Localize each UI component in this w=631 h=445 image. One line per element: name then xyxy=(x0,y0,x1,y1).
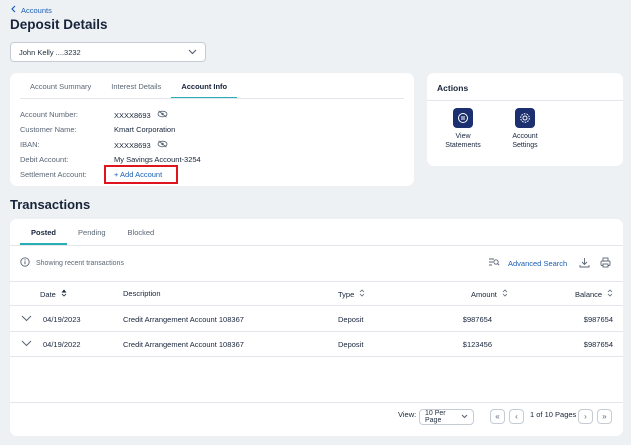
actions-title: Actions xyxy=(437,83,469,93)
gear-icon xyxy=(515,108,535,128)
view-statements-line1: View xyxy=(455,133,471,140)
info-row: Showing recent transactions xyxy=(20,257,124,269)
account-number-value: XXXX8693 xyxy=(114,110,168,120)
tab-posted[interactable]: Posted xyxy=(20,227,68,245)
transactions-card: Posted Pending Blocked Showing recent tr… xyxy=(10,219,623,436)
column-header-balance[interactable]: Balance xyxy=(575,289,613,299)
page-indicator: 1 of 10 Pages xyxy=(530,410,577,419)
eye-off-icon[interactable] xyxy=(157,140,168,150)
tab-account-info[interactable]: Account Info xyxy=(171,81,238,99)
chevron-left-icon: ‹ xyxy=(515,412,518,421)
iban-value: XXXX8693 xyxy=(114,140,168,150)
tab-account-summary[interactable]: Account Summary xyxy=(20,81,101,99)
settlement-account-label: Settlement Account: xyxy=(20,170,87,179)
column-header-description: Description xyxy=(123,289,161,298)
actions-card: Actions View Statements Account Settings xyxy=(427,73,623,166)
tab-blocked[interactable]: Blocked xyxy=(117,227,166,245)
account-select[interactable]: John Kelly ....3232 xyxy=(10,42,206,62)
highlight-box xyxy=(104,165,178,184)
customer-name-label: Customer Name: xyxy=(20,125,77,134)
tabs-divider xyxy=(10,245,623,246)
advanced-search-button[interactable]: Advanced Search xyxy=(488,257,567,269)
row-divider xyxy=(10,356,623,357)
view-label: View: xyxy=(398,410,417,419)
row-balance: $987654 xyxy=(583,315,613,324)
chevron-down-icon xyxy=(461,414,468,421)
column-header-date[interactable]: Date xyxy=(40,289,67,299)
iban-label: IBAN: xyxy=(20,140,40,149)
account-details-card: Account Summary Interest Details Account… xyxy=(10,73,414,186)
balance-header-label: Balance xyxy=(575,289,603,299)
row-amount: $987654 xyxy=(462,315,492,324)
last-page-button[interactable]: » xyxy=(597,409,612,424)
info-text: Showing recent transactions xyxy=(36,259,124,267)
account-settings-line2: Settings xyxy=(512,142,538,149)
header-top-divider xyxy=(10,281,623,282)
chevron-down-icon xyxy=(188,48,197,57)
expand-chevron-icon[interactable] xyxy=(21,340,32,349)
double-chevron-right-icon: » xyxy=(602,412,607,421)
chevron-right-icon: › xyxy=(584,412,587,421)
statement-icon xyxy=(453,108,473,128)
type-header-label: Type xyxy=(338,289,355,299)
print-icon[interactable] xyxy=(600,257,611,270)
iban-text: XXXX8693 xyxy=(114,140,151,150)
sort-icon xyxy=(359,289,365,299)
row-date: 04/19/2022 xyxy=(43,340,81,349)
row-divider xyxy=(10,305,623,306)
column-header-type[interactable]: Type xyxy=(338,289,365,299)
amount-header-label: Amount xyxy=(471,289,497,299)
customer-name-value: Kmart Corporation xyxy=(114,125,176,134)
info-icon xyxy=(20,257,30,269)
row-type: Deposit xyxy=(338,315,364,324)
advanced-search-label: Advanced Search xyxy=(508,258,568,268)
next-page-button[interactable]: › xyxy=(578,409,593,424)
view-statements-button[interactable]: View Statements xyxy=(433,108,493,150)
tab-pending[interactable]: Pending xyxy=(67,227,117,245)
chevron-left-icon xyxy=(10,5,16,15)
tab-interest-details[interactable]: Interest Details xyxy=(101,81,171,99)
page-title: Deposit Details xyxy=(10,17,108,32)
account-number-label: Account Number: xyxy=(20,110,78,119)
column-header-amount[interactable]: Amount xyxy=(471,289,508,299)
double-chevron-left-icon: « xyxy=(495,412,500,421)
transactions-title: Transactions xyxy=(10,197,91,212)
details-tabs: Account Summary Interest Details Account… xyxy=(20,81,238,99)
account-settings-line1: Account xyxy=(512,133,538,140)
row-date: 04/19/2023 xyxy=(43,315,81,324)
download-icon[interactable] xyxy=(579,257,590,270)
actions-divider xyxy=(427,100,623,101)
eye-off-icon[interactable] xyxy=(157,110,168,120)
per-page-select[interactable]: 10 Per Page xyxy=(419,409,474,425)
expand-chevron-icon[interactable] xyxy=(21,315,32,324)
row-amount: $123456 xyxy=(462,340,492,349)
tabs-divider xyxy=(20,98,404,99)
account-settings-button[interactable]: Account Settings xyxy=(495,108,555,150)
per-page-value: 10 Per Page xyxy=(425,410,446,424)
account-select-value: John Kelly ....3232 xyxy=(19,47,81,57)
transactions-tabs: Posted Pending Blocked xyxy=(20,227,165,245)
prev-page-button[interactable]: ‹ xyxy=(509,409,524,424)
debit-account-label: Debit Account: xyxy=(20,155,69,164)
debit-account-value: My Savings Account-3254 xyxy=(114,155,201,164)
footer-divider xyxy=(10,402,623,403)
sort-icon xyxy=(502,289,508,299)
account-number-text: XXXX8693 xyxy=(114,110,151,120)
sort-icon xyxy=(607,289,613,299)
row-description: Credit Arrangement Account 108367 xyxy=(123,340,244,349)
row-balance: $987654 xyxy=(583,340,613,349)
row-type: Deposit xyxy=(338,340,364,349)
breadcrumb-accounts-link[interactable]: Accounts xyxy=(21,6,52,15)
date-header-label: Date xyxy=(40,289,56,299)
sort-icon xyxy=(61,289,67,299)
first-page-button[interactable]: « xyxy=(490,409,505,424)
breadcrumb[interactable]: Accounts xyxy=(10,5,52,15)
row-divider xyxy=(10,331,623,332)
view-statements-line2: Statements xyxy=(445,142,481,149)
filter-search-icon xyxy=(488,257,500,269)
row-description: Credit Arrangement Account 108367 xyxy=(123,315,244,324)
